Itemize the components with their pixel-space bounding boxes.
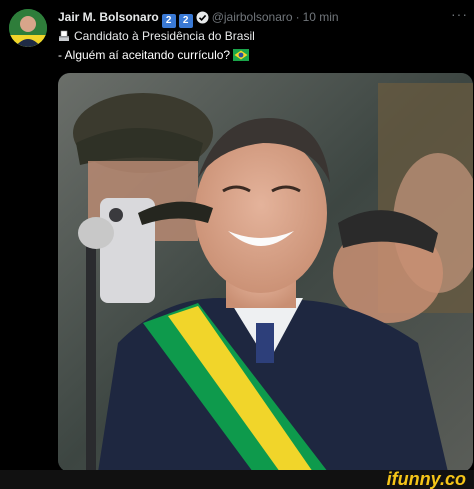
verified-check-icon bbox=[196, 11, 209, 27]
tweet-photo[interactable] bbox=[58, 73, 473, 472]
author-name[interactable]: Jair M. Bolsonaro bbox=[58, 10, 159, 24]
ifunny-watermark: ifunny.co bbox=[386, 469, 466, 489]
tweet-header: Jair M. Bolsonaro 2 2 @jairbolsonaro · 10 mi… bbox=[58, 10, 464, 28]
tweet-text-line: - Alguém aí aceitando currículo? bbox=[58, 48, 250, 64]
tweet: Jair M. Bolsonaro 2 2 @jairbolsonaro · 10 mi… bbox=[0, 0, 474, 489]
ballot-box-icon bbox=[58, 30, 70, 45]
avatar[interactable] bbox=[9, 9, 47, 47]
brazil-flag-icon bbox=[233, 49, 250, 64]
badge-2a: 2 bbox=[161, 14, 176, 28]
badge-2b: 2 bbox=[178, 14, 193, 28]
bio-text: Candidato à Presidência do Brasil bbox=[74, 29, 255, 43]
separator: · bbox=[295, 10, 300, 24]
more-options-icon[interactable]: ··· bbox=[451, 6, 468, 22]
timestamp[interactable]: 10 min bbox=[303, 10, 339, 24]
author-handle[interactable]: @jairbolsonaro bbox=[212, 10, 293, 24]
bio-line: Candidato à Presidência do Brasil bbox=[58, 29, 255, 45]
tweet-text: - Alguém aí aceitando currículo? bbox=[58, 48, 231, 62]
